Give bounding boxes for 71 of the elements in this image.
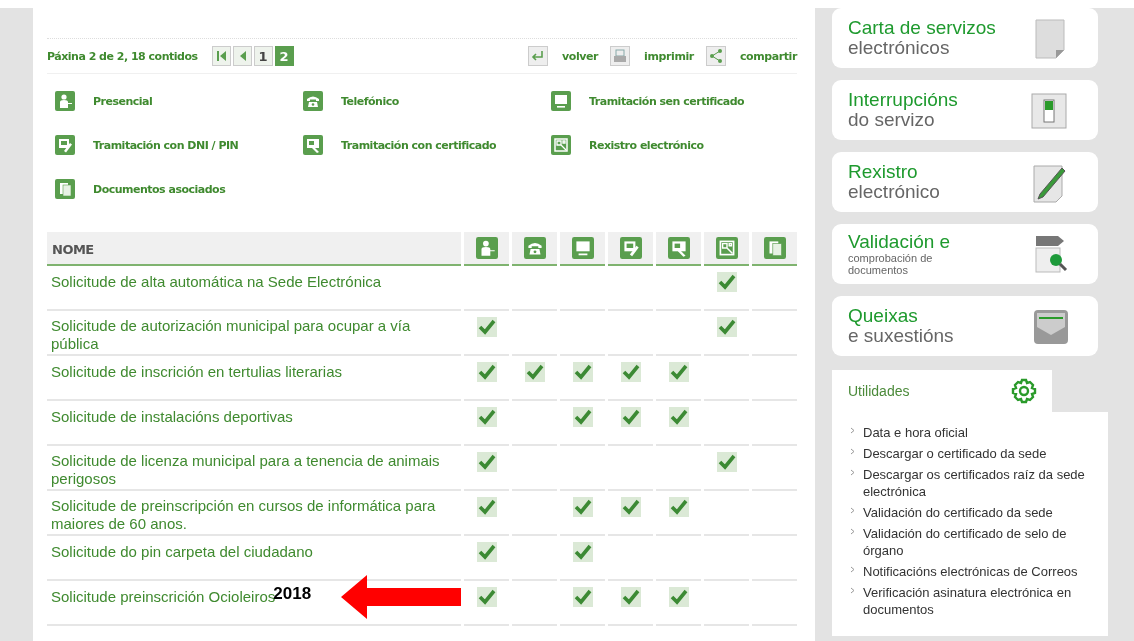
service-card[interactable]: Rexistro electrónico bbox=[832, 152, 1098, 212]
telephone-icon bbox=[523, 237, 546, 259]
utility-link[interactable]: Verificación asinatura electrónica en documentos bbox=[863, 584, 1090, 618]
documents-icon bbox=[763, 237, 786, 259]
chevron-icon bbox=[850, 448, 855, 455]
telephone-icon bbox=[303, 91, 323, 111]
utility-link[interactable]: Notificacións electrónicas de Correos bbox=[863, 563, 1078, 580]
legend-link[interactable]: Telefónico bbox=[341, 94, 399, 108]
procedure-link[interactable]: Solicitude de preinscripción en cursos de informática para maiores de 60 anos. bbox=[51, 497, 441, 533]
service-card[interactable]: Queixas e suxestións bbox=[832, 296, 1098, 356]
card-title: Carta de servizos bbox=[848, 18, 996, 38]
procedure-link[interactable]: Solicitude de instalacións deportivas bbox=[51, 408, 293, 426]
action-link[interactable]: imprimir bbox=[644, 49, 694, 63]
legend-link[interactable]: Tramitación con DNI / PIN bbox=[93, 138, 239, 152]
utility-link[interactable]: Validación do certificado da sede bbox=[863, 504, 1053, 521]
legend-link[interactable]: Documentos asociados bbox=[93, 182, 226, 196]
register-icon bbox=[715, 237, 738, 259]
chevron-icon bbox=[850, 507, 855, 514]
pagination-summary: Páxina 2 de 2, 18 contidos bbox=[47, 49, 198, 63]
card-subtitle: comprobación de documentos bbox=[848, 252, 934, 276]
utility-link[interactable]: Descargar os certificados raíz da sede electrónica bbox=[863, 466, 1090, 500]
utility-link[interactable]: Data e hora oficial bbox=[863, 424, 968, 441]
service-card[interactable]: Interrupcións do servizo bbox=[832, 80, 1098, 140]
certificate-icon bbox=[303, 135, 323, 155]
action-link[interactable]: compartir bbox=[739, 49, 797, 63]
chevron-icon bbox=[850, 566, 855, 573]
register-icon bbox=[551, 135, 571, 155]
procedure-link[interactable]: Solicitude do pin carpeta del ciudadano bbox=[51, 543, 313, 561]
card-pin-icon bbox=[619, 237, 642, 259]
column-header: NOME bbox=[51, 241, 94, 257]
utility-link[interactable]: Validación do certificado de selo de órgano bbox=[863, 525, 1090, 559]
chevron-icon bbox=[850, 469, 855, 476]
page-button[interactable]: 1 bbox=[253, 46, 273, 66]
person-icon bbox=[55, 91, 75, 111]
page-button[interactable]: 2 bbox=[274, 46, 294, 66]
card-title: Queixas bbox=[848, 306, 919, 326]
legend-link[interactable]: Tramitación con certificado bbox=[341, 138, 497, 152]
share-icon[interactable] bbox=[705, 46, 726, 66]
card-subtitle: e suxestións bbox=[848, 326, 954, 346]
chevron-icon bbox=[850, 528, 855, 535]
card-subtitle: electrónico bbox=[848, 182, 940, 202]
action-link[interactable]: volver bbox=[561, 49, 599, 63]
legend-link[interactable]: Rexistro electrónico bbox=[589, 138, 704, 152]
documents-icon bbox=[55, 179, 75, 199]
card-title: Validación e bbox=[848, 232, 952, 252]
printer-icon[interactable] bbox=[610, 46, 631, 66]
card-subtitle: do servizo bbox=[848, 110, 935, 130]
legend-link[interactable]: Tramitación sen certificado bbox=[589, 94, 745, 108]
monitor-icon bbox=[551, 91, 571, 111]
card-subtitle: electrónicos bbox=[848, 38, 951, 58]
service-card[interactable]: Carta de servizos electrónicos bbox=[832, 8, 1098, 68]
first-page-icon[interactable] bbox=[211, 46, 231, 66]
return-icon[interactable] bbox=[527, 46, 548, 66]
card-pin-icon bbox=[55, 135, 75, 155]
procedure-link[interactable]: Solicitude de autorización municipal para ocupar a vía pública bbox=[51, 317, 441, 353]
procedure-link[interactable]: Solicitude de alta automática na Sede Electrónica bbox=[51, 273, 382, 291]
monitor-icon bbox=[571, 237, 594, 259]
person-icon bbox=[475, 237, 498, 259]
service-card[interactable]: Validación e comprobación de documentos bbox=[832, 224, 1098, 284]
previous-page-icon[interactable] bbox=[232, 46, 252, 66]
legend-link[interactable]: Presencial bbox=[93, 94, 153, 108]
panel-title: Utilidades bbox=[848, 383, 910, 399]
card-title: Rexistro bbox=[848, 162, 919, 182]
utility-link[interactable]: Descargar o certificado da sede bbox=[863, 445, 1047, 462]
procedure-link[interactable]: Solicitude de inscrición en tertulias literarias bbox=[51, 363, 342, 381]
chevron-icon bbox=[850, 587, 855, 594]
settings-icon[interactable] bbox=[1010, 377, 1038, 405]
procedure-link[interactable]: Solicitude de licenza municipal para a tenencia de animais perigosos bbox=[51, 452, 441, 488]
chevron-icon bbox=[850, 427, 855, 434]
card-title: Interrupcións bbox=[848, 90, 958, 110]
certificate-icon bbox=[667, 237, 690, 259]
